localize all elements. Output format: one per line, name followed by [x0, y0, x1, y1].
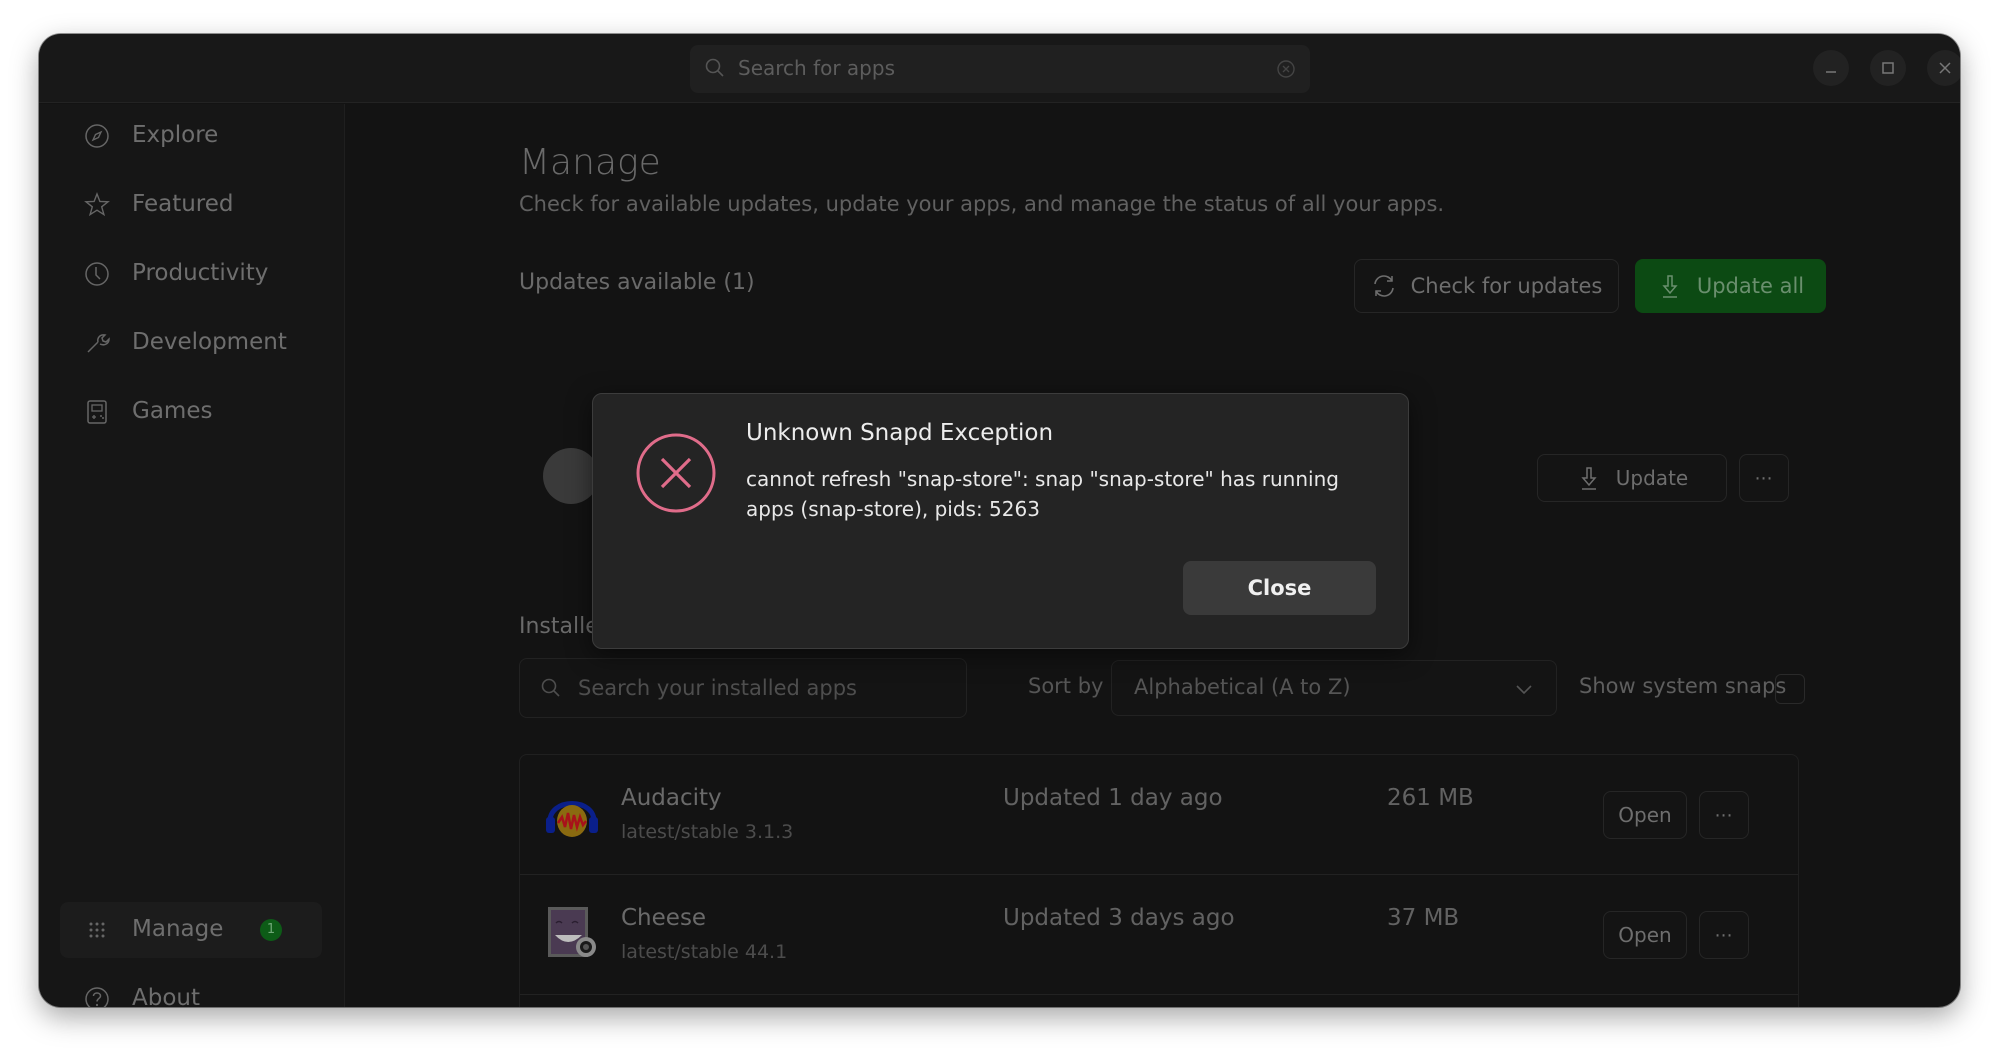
installed-search-placeholder: Search your installed apps	[578, 676, 857, 700]
list-item: Audacity latest/stable 3.1.3 Updated 1 d…	[520, 755, 1798, 875]
minimize-button[interactable]	[1813, 50, 1849, 86]
page-title: Manage	[519, 142, 661, 183]
wrench-icon	[87, 334, 110, 353]
update-app-more-button[interactable]: ⋯	[1739, 454, 1789, 502]
list-item: Cheese latest/stable 44.1 Updated 3 days…	[520, 875, 1798, 995]
app-window: Search for apps Explore Featured Product…	[39, 34, 1960, 1007]
sidebar-item-featured[interactable]: Featured	[60, 177, 322, 233]
updates-count-badge: 1	[260, 919, 282, 941]
refresh-icon	[1373, 275, 1394, 297]
maximize-icon	[1882, 62, 1894, 74]
app-more-button[interactable]: ⋯	[1699, 791, 1749, 839]
more-options-icon: ⋯	[1754, 467, 1774, 489]
app-search-input[interactable]: Search for apps	[690, 45, 1310, 93]
header-bar: Search for apps	[39, 34, 1960, 103]
installed-apps-list: Audacity latest/stable 3.1.3 Updated 1 d…	[519, 754, 1799, 1007]
clear-search-icon[interactable]	[1276, 59, 1296, 79]
download-icon	[1581, 467, 1597, 490]
app-name: Audacity	[621, 785, 722, 811]
check-for-updates-button[interactable]: Check for updates	[1354, 259, 1619, 313]
search-icon	[705, 58, 724, 77]
sidebar: Explore Featured Productivity Developmen…	[39, 104, 345, 1007]
sort-by-label: Sort by	[1028, 674, 1104, 698]
installed-search-input[interactable]: Search your installed apps	[519, 658, 967, 718]
page-subtitle: Check for available updates, update your…	[519, 192, 1445, 216]
app-name: Cheese	[621, 905, 707, 931]
app-updated: Updated 1 day ago	[1003, 785, 1223, 811]
open-app-button[interactable]: Open	[1603, 911, 1687, 959]
chevron-down-icon	[1516, 685, 1532, 695]
app-channel: latest/stable 3.1.3	[621, 821, 794, 843]
sidebar-item-label: About	[132, 985, 201, 1007]
close-window-button[interactable]	[1927, 50, 1960, 86]
open-label: Open	[1618, 923, 1672, 947]
dialog-title: Unknown Snapd Exception	[746, 420, 1054, 446]
sidebar-item-productivity[interactable]: Productivity	[60, 246, 322, 302]
clock-icon	[85, 262, 109, 286]
error-circle-icon	[636, 433, 716, 513]
close-label: Close	[1247, 576, 1312, 600]
audacity-app-icon	[546, 801, 598, 837]
dialog-message: cannot refresh "snap-store": snap "snap-…	[746, 467, 1339, 521]
cheese-app-icon	[548, 907, 596, 957]
show-system-snaps-checkbox[interactable]	[1775, 674, 1805, 704]
compass-icon	[85, 124, 109, 148]
sidebar-item-label: Productivity	[132, 260, 269, 286]
sidebar-item-label: Manage	[132, 916, 224, 942]
close-icon	[1939, 62, 1951, 74]
sidebar-item-games[interactable]: Games	[60, 384, 322, 440]
open-label: Open	[1618, 803, 1672, 827]
more-options-icon: ⋯	[1714, 924, 1734, 946]
update-app-button[interactable]: Update	[1537, 454, 1727, 502]
sidebar-item-label: Development	[132, 329, 287, 355]
app-updated: Updated 3 days ago	[1003, 905, 1235, 931]
app-more-button[interactable]: ⋯	[1699, 911, 1749, 959]
search-placeholder: Search for apps	[738, 56, 895, 80]
update-label: Update	[1615, 466, 1689, 490]
maximize-button[interactable]	[1870, 50, 1906, 86]
gamepad-icon	[87, 400, 107, 424]
app-size: 37 MB	[1387, 905, 1460, 931]
sidebar-item-development[interactable]: Development	[60, 315, 322, 371]
app-size: 261 MB	[1387, 785, 1474, 811]
sidebar-item-explore[interactable]: Explore	[60, 108, 322, 164]
more-options-icon: ⋯	[1714, 804, 1734, 826]
sidebar-item-label: Featured	[132, 191, 234, 217]
download-icon	[1662, 275, 1678, 298]
search-icon	[541, 678, 560, 697]
sidebar-item-label: Games	[132, 398, 213, 424]
sort-value: Alphabetical (A to Z)	[1134, 675, 1351, 699]
show-system-snaps-label: Show system snaps	[1579, 674, 1787, 698]
sidebar-item-label: Explore	[132, 122, 219, 148]
minimize-icon	[1826, 71, 1836, 73]
open-app-button[interactable]: Open	[1603, 791, 1687, 839]
sidebar-item-manage[interactable]: Manage 1	[60, 902, 322, 958]
dialog-close-button[interactable]: Close	[1183, 561, 1376, 615]
help-icon	[85, 987, 109, 1007]
update-all-button[interactable]: Update all	[1635, 259, 1826, 313]
update-all-label: Update all	[1696, 274, 1805, 298]
sidebar-item-about[interactable]: About	[60, 971, 322, 1007]
sort-select[interactable]: Alphabetical (A to Z)	[1111, 660, 1557, 716]
star-icon	[84, 192, 110, 217]
check-for-updates-label: Check for updates	[1410, 274, 1603, 298]
app-channel: latest/stable 44.1	[621, 941, 788, 963]
error-dialog: Unknown Snapd Exception cannot refresh "…	[592, 393, 1409, 649]
update-app-icon	[543, 448, 599, 504]
updates-heading: Updates available (1)	[519, 270, 755, 295]
grid-icon	[89, 922, 105, 938]
